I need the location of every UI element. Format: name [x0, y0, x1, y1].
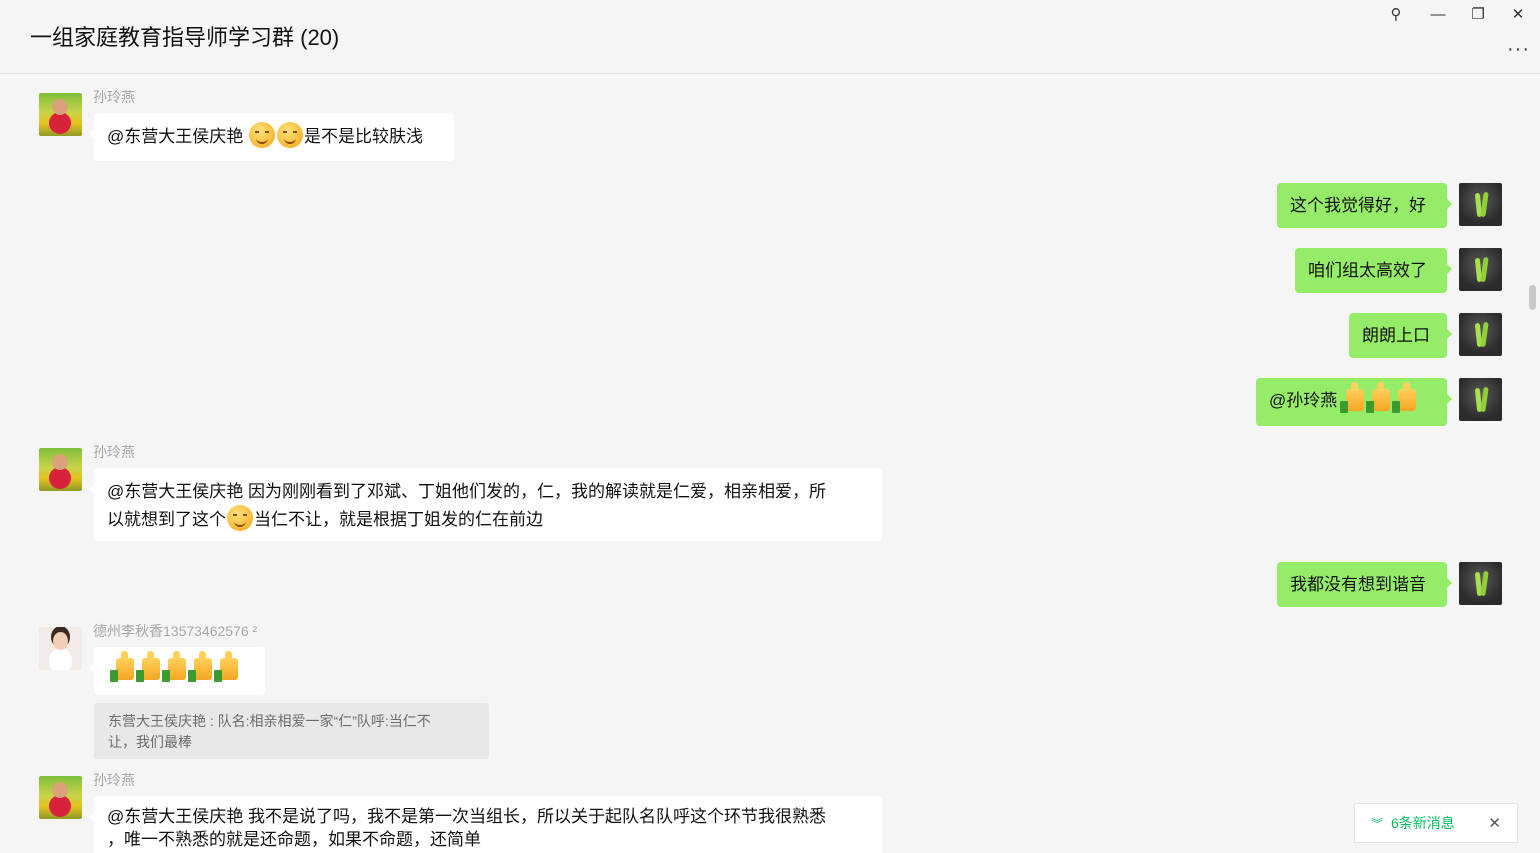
thumbs-up-emoji-icon: [136, 651, 160, 682]
pin-icon[interactable]: ⚲: [1384, 4, 1408, 24]
message-text: @东营大王侯庆艳: [107, 127, 248, 146]
my-message-bubble[interactable]: 朗朗上口: [1349, 313, 1452, 358]
thumbs-up-emoji-icon: [1365, 382, 1390, 413]
avatar[interactable]: [39, 448, 82, 491]
message-text: @东营大王侯庆艳 我不是说了吗，我不是第一次当组长，所以关于起队名队呼这个环节我…: [107, 807, 826, 826]
message-text: 以就想到了这个: [107, 510, 226, 529]
message-text: 我都没有想到谐音: [1290, 575, 1426, 594]
restore-icon[interactable]: ❐: [1466, 4, 1490, 24]
message-text: ，唯一不熟悉的就是还命题，如果不命题，还简单: [107, 830, 481, 849]
thumbs-up-emoji-icon: [1339, 382, 1364, 413]
chat-title: 一组家庭教育指导师学习群 (20): [30, 25, 340, 50]
sender-name: 孙玲燕: [93, 444, 135, 460]
message-bubble[interactable]: [89, 647, 265, 695]
message-text: 朗朗上口: [1362, 326, 1430, 345]
avatar[interactable]: [39, 776, 82, 819]
my-avatar[interactable]: [1459, 562, 1502, 605]
thumbs-up-emoji-icon: [162, 651, 186, 682]
chat-header: 一组家庭教育指导师学习群 (20) ⚲ — ❐ ✕ ···: [0, 0, 1540, 74]
message-bubble[interactable]: @东营大王侯庆艳 因为刚刚看到了邓斌、丁姐他们发的，仁，我的解读就是仁爱，相亲相…: [89, 468, 882, 541]
message-bubble[interactable]: @东营大王侯庆艳 我不是说了吗，我不是第一次当组长，所以关于起队名队呼这个环节我…: [89, 796, 882, 853]
message-text: 咱们组太高效了: [1308, 261, 1427, 280]
smirk-emoji-icon: [276, 122, 303, 148]
smile-emoji-icon: [227, 505, 253, 531]
message-list[interactable]: 孙玲燕 @东营大王侯庆艳 是不是比较肤浅 这个我觉得好，好 咱们组太高效了 朗朗…: [0, 75, 1540, 853]
message-text: @东营大王侯庆艳 因为刚刚看到了邓斌、丁姐他们发的，仁，我的解读就是仁爱，相亲相…: [107, 482, 826, 501]
my-avatar[interactable]: [1459, 378, 1502, 421]
quoted-message[interactable]: 东营大王侯庆艳 : 队名:相亲相爱一家“仁”队呼:当仁不 让，我们最棒: [94, 703, 489, 759]
new-messages-button[interactable]: ︾ 6条新消息 ✕: [1354, 803, 1518, 843]
my-message-bubble[interactable]: @孙玲燕: [1256, 378, 1452, 426]
my-message-bubble[interactable]: 这个我觉得好，好: [1277, 183, 1452, 228]
thumbs-up-emoji-icon: [214, 651, 238, 682]
sender-name: 孙玲燕: [93, 89, 135, 105]
thumbs-up-emoji-icon: [110, 651, 134, 682]
sender-name: 德州李秋香13573462576 ²: [93, 623, 258, 639]
avatar[interactable]: [39, 93, 82, 136]
my-avatar[interactable]: [1459, 313, 1502, 356]
double-chevron-down-icon: ︾: [1371, 816, 1384, 831]
scrollbar-thumb[interactable]: [1529, 285, 1536, 310]
close-icon[interactable]: ✕: [1488, 814, 1501, 832]
thumbs-up-emoji-icon: [1391, 382, 1416, 413]
message-text: @孙玲燕: [1269, 391, 1342, 410]
minimize-icon[interactable]: —: [1426, 4, 1450, 24]
message-text: 这个我觉得好，好: [1290, 196, 1426, 215]
my-avatar[interactable]: [1459, 248, 1502, 291]
avatar[interactable]: [39, 627, 82, 670]
message-text: 是不是比较肤浅: [303, 127, 423, 146]
quote-text: 让，我们最棒: [108, 734, 192, 750]
my-avatar[interactable]: [1459, 183, 1502, 226]
more-options-icon[interactable]: ···: [1507, 38, 1530, 61]
sender-name: 孙玲燕: [93, 772, 135, 788]
new-messages-label: 6条新消息: [1391, 815, 1455, 831]
message-text: 当仁不让，就是根据丁姐发的仁在前边: [254, 510, 543, 529]
message-bubble[interactable]: @东营大王侯庆艳 是不是比较肤浅: [89, 113, 454, 161]
smirk-emoji-icon: [248, 122, 275, 148]
quote-text: 东营大王侯庆艳 : 队名:相亲相爱一家“仁”队呼:当仁不: [108, 713, 431, 729]
my-message-bubble[interactable]: 我都没有想到谐音: [1277, 562, 1452, 607]
close-icon[interactable]: ✕: [1506, 4, 1530, 24]
my-message-bubble[interactable]: 咱们组太高效了: [1295, 248, 1452, 293]
thumbs-up-emoji-icon: [188, 651, 212, 682]
